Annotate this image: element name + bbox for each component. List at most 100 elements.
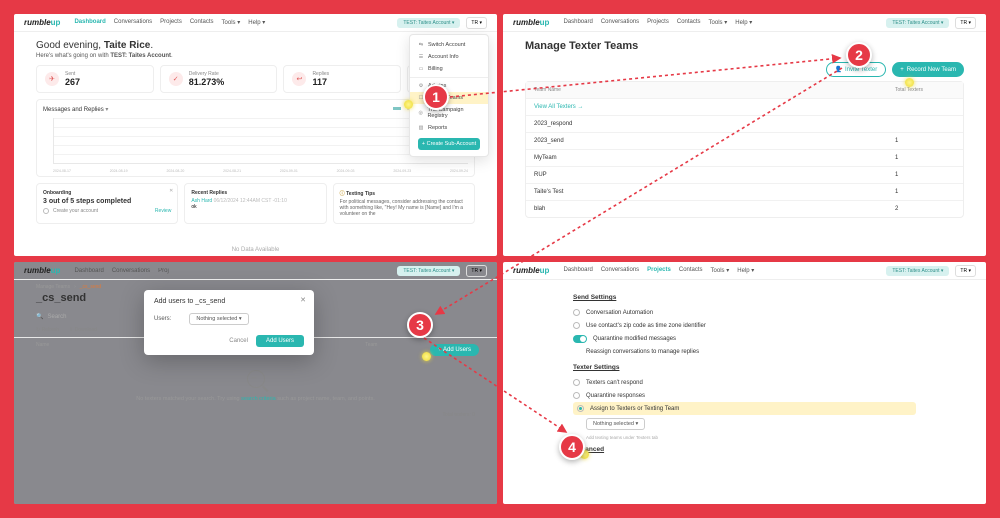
new-team-button[interactable]: +Record New Team [892,62,964,77]
panel-teams: rumbleup Dashboard Conversations Project… [503,14,986,256]
account-switcher[interactable]: TEST: Taites Account ▾ [397,18,460,28]
dd-texting-teams[interactable]: ☐Texting Teams [410,92,488,104]
toggle-icon[interactable] [573,335,587,343]
dd-admins[interactable]: ⚙Admins [410,80,488,92]
gear-icon: ⚙ [418,83,424,89]
panel-project-settings: rumbleup Dashboard Conversations Project… [503,262,986,504]
chevron-down-icon: ▾ [237,20,240,26]
user-menu[interactable]: TR ▾ [955,17,976,29]
search-criteria-link[interactable]: search criteria [241,396,276,402]
panel-dashboard: rumbleup Dashboard Conversations Project… [14,14,497,256]
assign-team-row[interactable]: Assign to Texters or Texting Team [573,402,916,415]
onboarding-card: ✕ Onboarding 3 out of 5 steps completed … [36,183,178,224]
setting-row[interactable]: Conversation Automation [573,306,916,319]
radio-icon[interactable] [573,392,580,399]
setting-row[interactable]: Reassign conversations to manage replies [573,346,916,358]
nav-dashboard[interactable]: Dashboard [563,19,592,26]
check-icon: ✓ [169,72,183,86]
review-link[interactable]: Review [155,208,171,214]
nav-tools[interactable]: Tools ▾ [222,19,241,26]
logo: rumbleup [24,18,60,27]
table-row[interactable]: RUP1 [526,167,963,184]
chevron-down-icon: ▾ [262,20,265,26]
nav-contacts[interactable]: Contacts [190,19,214,26]
cursor-highlight [404,100,413,109]
nav-dashboard[interactable]: Dashboard [74,19,105,26]
total-texters: Total texters: 0 [14,406,497,424]
refresh-button[interactable]: ↻ Refresh [36,327,59,333]
table-row[interactable]: 2023_respond [526,116,963,133]
account-dropdown: ⇆Switch Account ☰Account Info ▭Billing ⚙… [409,34,489,157]
advanced-title: Advanced [573,446,916,453]
nav-projects[interactable]: Projects [647,19,669,26]
hint-text: Add texting teams under Texters tab [573,435,916,440]
nav-contacts[interactable]: Contacts [677,19,701,26]
step-badge-3: 3 [407,312,433,338]
table-row[interactable]: Taite's Test1 [526,184,963,201]
report-icon: ▥ [418,125,424,131]
radio-icon[interactable] [573,309,580,316]
nav-help[interactable]: Help ▾ [248,19,265,26]
info-icon: ⓘ [340,191,345,197]
nav-conversations[interactable]: Conversations [114,19,152,26]
nav-projects[interactable]: Projects [647,267,671,274]
paper-plane-icon: ✈ [45,72,59,86]
plus-icon: + [900,67,904,73]
account-switcher[interactable]: TEST: Taites Account ▾ [886,18,949,28]
step-circle-icon [43,208,49,214]
radio-icon[interactable] [577,405,584,412]
add-users-modal: ✕ Add users to _cs_send Users: Nothing s… [144,290,314,355]
setting-row[interactable]: Quarantine modified messages [573,332,916,346]
step-badge-2: 2 [846,42,872,68]
dd-reports[interactable]: ▥Reports [410,122,488,134]
recent-replies-card: Recent Replies Ash Hard 06/12/2024 12:44… [184,183,326,224]
search-icon: 🔍 [36,313,43,320]
radio-icon[interactable] [573,322,580,329]
legend-swatch [393,107,401,110]
nav-projects[interactable]: Projects [160,19,182,26]
nav-help[interactable]: Help ▾ [735,19,752,26]
send-settings-title: Send Settings [573,294,916,301]
page-title: Manage Texter Teams [525,40,964,52]
add-users-submit[interactable]: Add Users [256,335,304,347]
create-subaccount-button[interactable]: + Create Sub-Account [418,138,480,150]
table-row[interactable]: blah2 [526,201,963,217]
dd-billing[interactable]: ▭Billing [410,63,488,75]
user-menu[interactable]: TR ▾ [466,17,487,29]
table-row[interactable]: 2023_send1 [526,133,963,150]
setting-row[interactable]: Use contact's zip code as time zone iden… [573,319,916,332]
users-select[interactable]: Nothing selected ▾ [189,313,248,325]
cancel-button[interactable]: Cancel [229,338,248,344]
nav-conversations[interactable]: Conversations [601,19,639,26]
view-all-link[interactable]: View All Texters → [534,104,895,110]
nav-tools[interactable]: Tools ▾ [709,19,728,26]
chart-x-axis: 2024-08-172024-08-192024-08-202024-08-21… [53,169,468,173]
card-icon: ▭ [418,66,424,72]
reply-icon: ↩ [292,72,306,86]
search-empty-icon [247,370,265,388]
stat-replies: ↩ Replies117 [283,65,401,93]
team-select[interactable]: Nothing selected ▾ [586,418,645,430]
close-icon[interactable]: ✕ [169,188,173,194]
stat-sent: ✈ Sent267 [36,65,154,93]
nav-links: Dashboard Conversations Projects Contact… [74,19,265,26]
teams-table: Team NameTotal Texters View All Texters … [525,81,964,218]
download-button[interactable]: ⇩ Download [69,327,97,333]
step-badge-1: 1 [423,84,449,110]
setting-row[interactable]: Texters can't respond [573,376,916,389]
users-label: Users: [154,316,171,322]
dd-account-info[interactable]: ☰Account Info [410,51,488,63]
table-row[interactable]: MyTeam1 [526,150,963,167]
list-icon: ☰ [418,54,424,60]
close-icon[interactable]: ✕ [300,296,306,304]
radio-icon[interactable] [573,379,580,386]
target-icon: ◎ [418,110,423,116]
dd-campaign-registry[interactable]: ◎The Campaign Registry [410,104,488,122]
switch-icon: ⇆ [418,42,424,48]
panel-add-users: rumbleup Dashboard Conversations Proj TE… [14,262,497,504]
texter-settings-title: Texter Settings [573,364,916,371]
setting-row[interactable]: Quarantine responses [573,389,916,402]
dd-switch-account[interactable]: ⇆Switch Account [410,39,488,51]
stat-delivery: ✓ Delivery Rate81.273% [160,65,278,93]
tutorial-grid: rumbleup Dashboard Conversations Project… [14,14,986,504]
